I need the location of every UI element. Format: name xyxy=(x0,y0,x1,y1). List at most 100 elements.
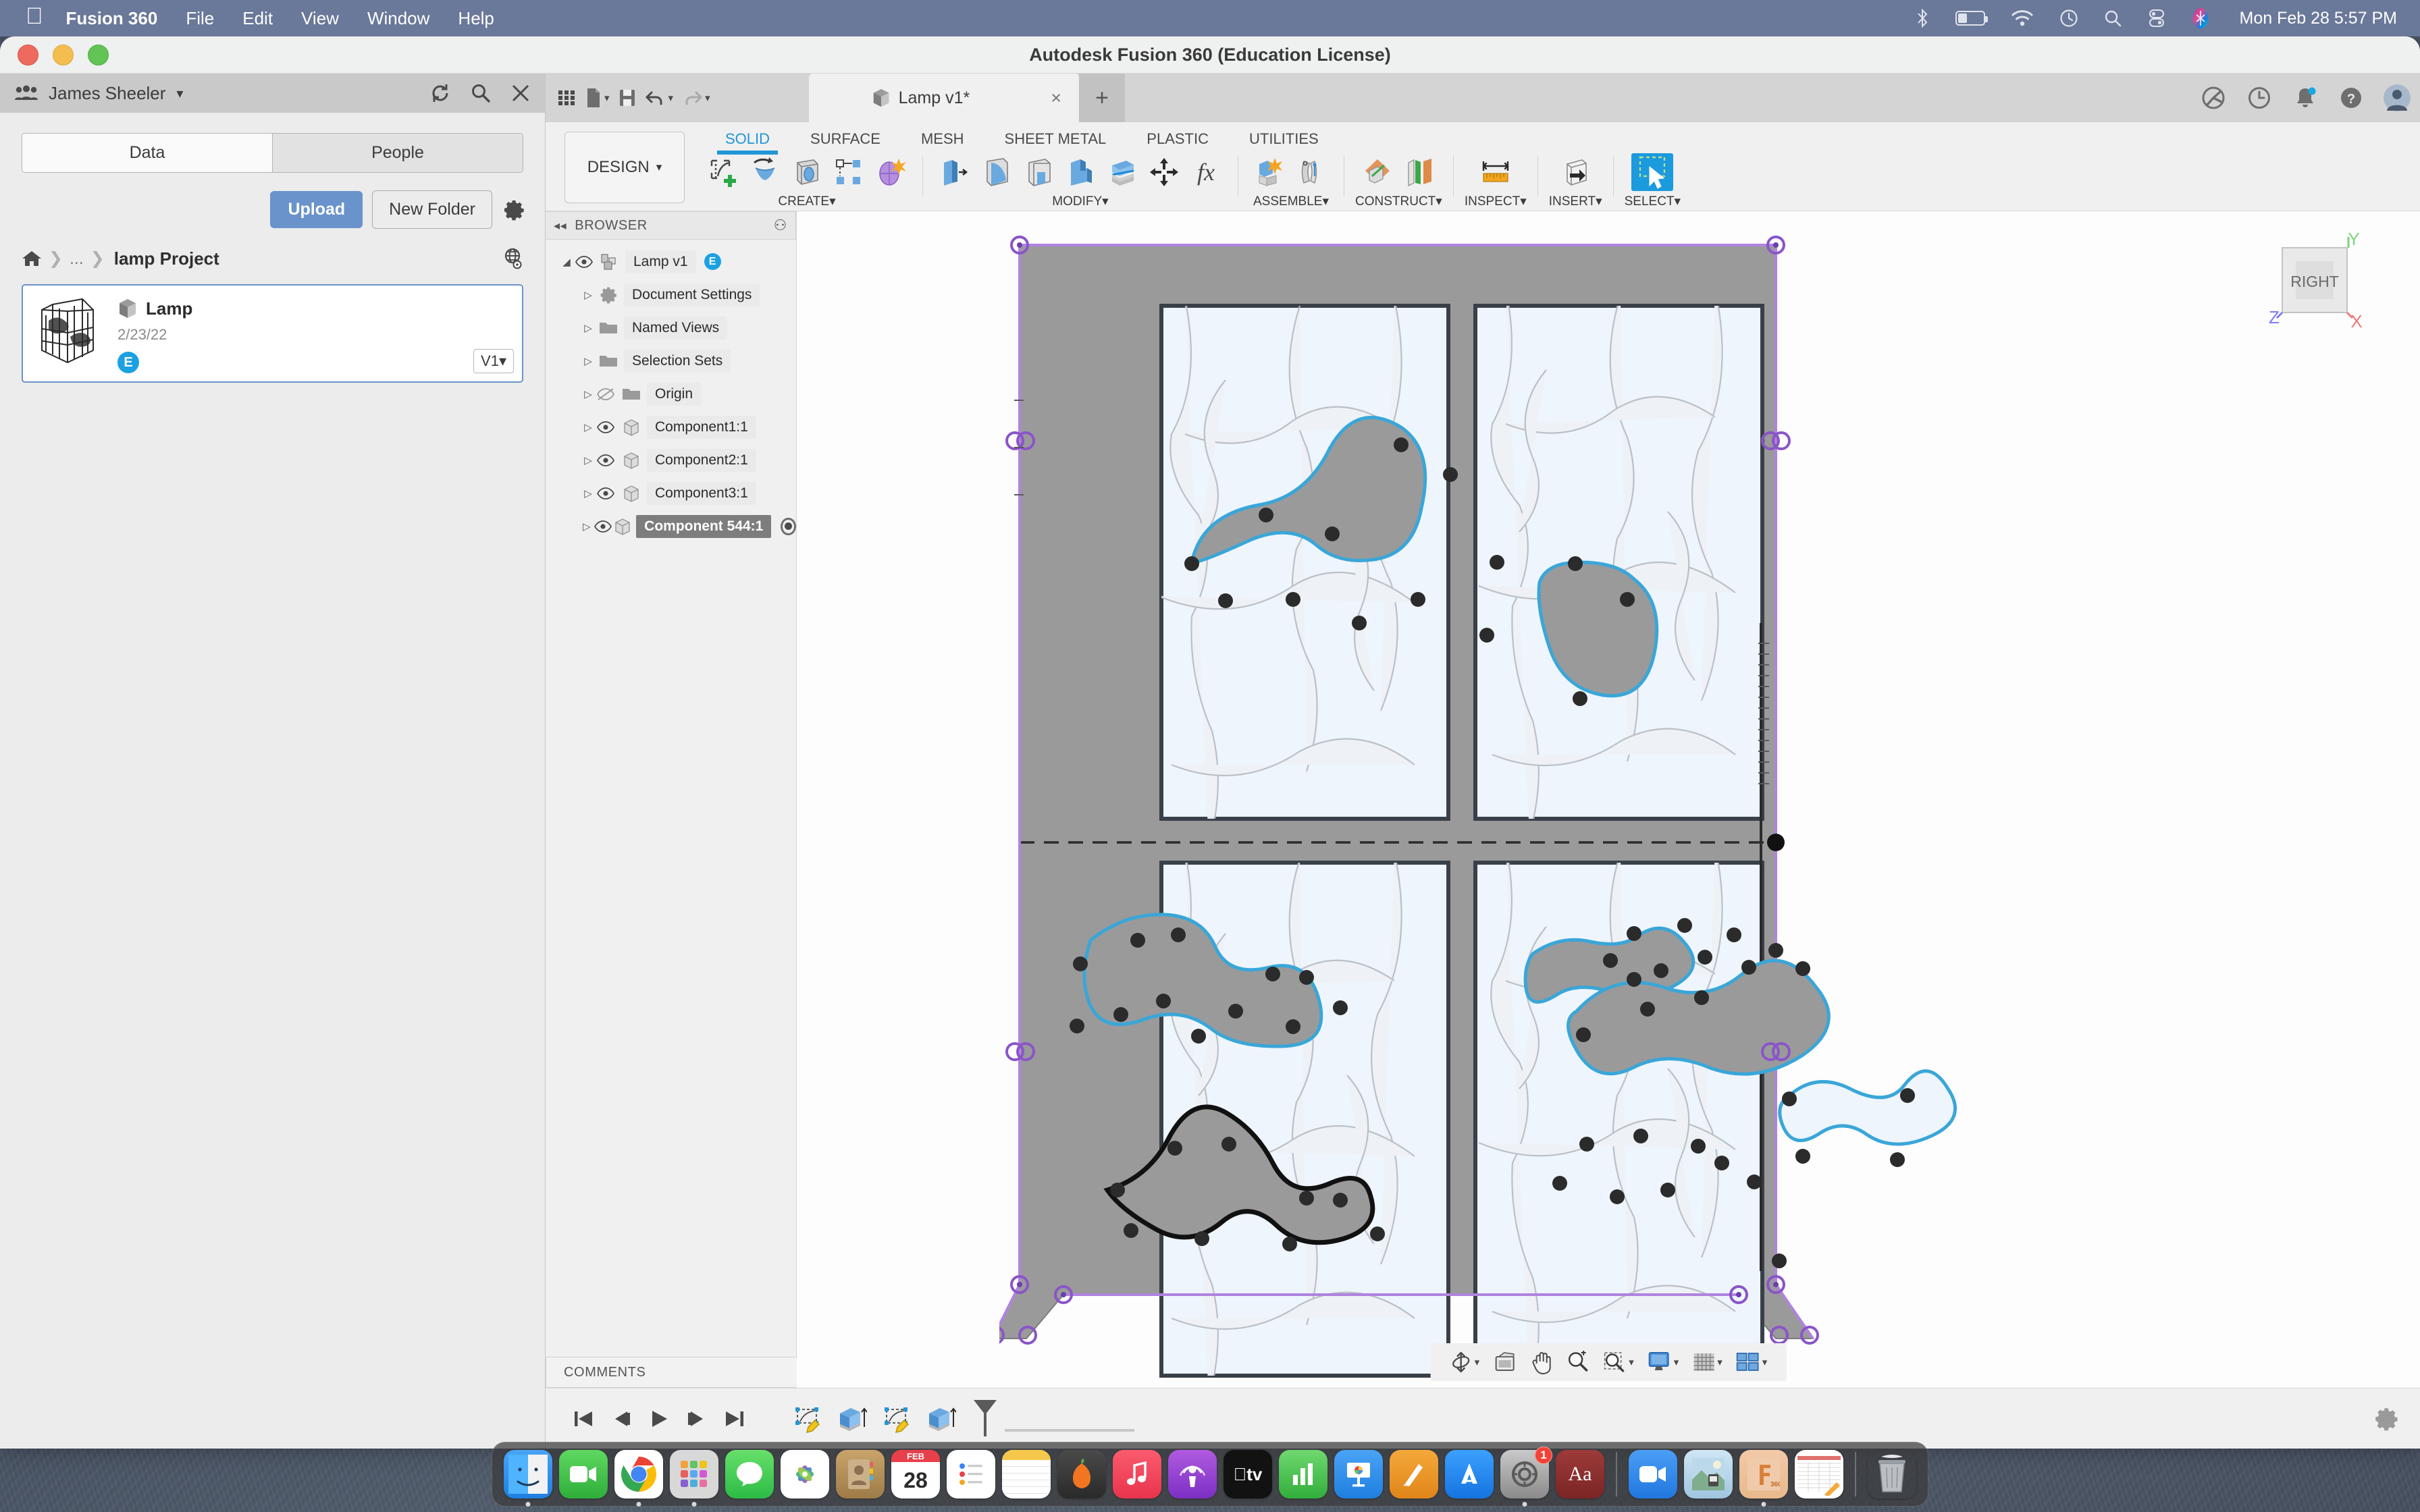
play-icon[interactable] xyxy=(640,1409,678,1429)
zoom-icon[interactable] xyxy=(1566,1351,1589,1374)
undo-icon[interactable]: ▾ xyxy=(645,88,674,107)
tree-node-document-settings[interactable]: ▷ Document Settings xyxy=(546,278,796,311)
messages-icon[interactable] xyxy=(725,1450,774,1498)
trash-icon[interactable] xyxy=(1868,1450,1916,1498)
expand-arrow-icon[interactable]: ▷ xyxy=(579,421,597,433)
zoom-app-icon[interactable] xyxy=(1629,1450,1677,1498)
group-label-create[interactable]: CREATE▾ xyxy=(778,194,835,209)
close-window-button[interactable] xyxy=(18,45,38,65)
minimize-window-button[interactable] xyxy=(53,45,74,65)
upload-button[interactable]: Upload xyxy=(270,191,363,228)
breadcrumb-ellipsis[interactable]: ... xyxy=(70,249,84,269)
preview-icon[interactable] xyxy=(1684,1450,1733,1498)
shell-icon[interactable] xyxy=(1018,153,1059,191)
expand-arrow-icon[interactable]: ▷ xyxy=(579,388,597,400)
tab-utilities[interactable]: UTILITIES xyxy=(1229,130,1339,153)
double-chevron-left-icon[interactable]: ◂◂ xyxy=(554,219,567,233)
new-folder-button[interactable]: New Folder xyxy=(372,190,492,229)
list-item[interactable]: Lamp 2/23/22 E V1▾ xyxy=(22,284,523,383)
photos-icon[interactable] xyxy=(781,1450,829,1498)
reminders-icon[interactable] xyxy=(947,1450,995,1498)
lamp-model[interactable] xyxy=(999,218,1978,1379)
workspace-switcher-button[interactable]: DESIGN ▾ xyxy=(564,132,685,203)
gear-icon[interactable] xyxy=(503,199,525,221)
tree-node-component2[interactable]: ▷ Component2:1 xyxy=(546,443,796,477)
account-avatar-icon[interactable] xyxy=(2374,74,2420,122)
wifi-icon[interactable] xyxy=(2011,9,2034,27)
bluetooth-icon[interactable] xyxy=(1915,8,1930,28)
joint-icon[interactable] xyxy=(1291,153,1333,191)
sweep-icon[interactable] xyxy=(786,153,828,191)
eye-visible-icon[interactable] xyxy=(594,520,613,533)
fl-studio-icon[interactable] xyxy=(1057,1450,1106,1498)
sketch-feature-icon[interactable] xyxy=(785,1404,829,1434)
appstore-icon[interactable] xyxy=(1445,1450,1494,1498)
3d-viewport[interactable]: RIGHT Y Z X xyxy=(797,211,2420,1388)
menubar-clock[interactable]: Mon Feb 28 5:57 PM xyxy=(2240,9,2397,28)
viewports-icon[interactable]: ▾ xyxy=(1736,1351,1768,1373)
eye-visible-icon[interactable] xyxy=(575,256,598,268)
home-icon[interactable] xyxy=(22,250,42,267)
chevron-down-icon[interactable]: ▾ xyxy=(1629,1356,1634,1368)
account-name[interactable]: James Sheeler xyxy=(49,83,165,104)
zoom-window-icon[interactable]: ▾ xyxy=(1602,1351,1634,1374)
chevron-down-icon[interactable]: ▾ xyxy=(176,85,183,102)
tree-node-origin[interactable]: ▷ Origin xyxy=(546,377,796,410)
expand-arrow-icon[interactable]: ▷ xyxy=(579,487,597,500)
draft-icon[interactable] xyxy=(1059,153,1101,191)
spotlight-search-icon[interactable] xyxy=(2104,9,2122,28)
pages-icon[interactable] xyxy=(1390,1450,1438,1498)
revolve-icon[interactable] xyxy=(744,153,786,191)
eye-visible-icon[interactable] xyxy=(597,421,620,433)
group-label-insert[interactable]: INSERT▾ xyxy=(1549,194,1602,209)
extension-icon[interactable] xyxy=(2190,74,2236,122)
music-icon[interactable] xyxy=(1113,1450,1161,1498)
press-pull-icon[interactable] xyxy=(934,153,976,191)
move-copy-icon[interactable] xyxy=(1143,153,1185,191)
group-label-assemble[interactable]: ASSEMBLE▾ xyxy=(1253,194,1329,209)
appletv-icon[interactable]: tv xyxy=(1224,1450,1272,1498)
group-label-select[interactable]: SELECT▾ xyxy=(1625,194,1681,209)
search-icon[interactable] xyxy=(471,83,491,103)
measure-icon[interactable] xyxy=(1475,153,1517,191)
tree-node-component3[interactable]: ▷ Component3:1 xyxy=(546,477,796,510)
select-window-icon[interactable] xyxy=(1631,153,1673,191)
gear-icon[interactable] xyxy=(2374,1407,2398,1431)
tab-people[interactable]: People xyxy=(272,134,523,172)
timeline-marker[interactable] xyxy=(963,1399,1007,1439)
expand-arrow-icon[interactable]: ◢ xyxy=(558,256,575,268)
create-sketch-icon[interactable] xyxy=(702,153,744,191)
menu-item-help[interactable]: Help xyxy=(458,8,494,29)
menu-item-window[interactable]: Window xyxy=(367,8,429,29)
tab-surface[interactable]: SURFACE xyxy=(790,130,901,153)
go-to-end-icon[interactable] xyxy=(716,1409,754,1429)
insert-derive-icon[interactable] xyxy=(1554,153,1596,191)
version-selector[interactable]: V1▾ xyxy=(473,349,514,373)
close-icon[interactable]: × xyxy=(1051,88,1061,109)
menu-item-edit[interactable]: Edit xyxy=(242,8,273,29)
spreadsheet-doc-icon[interactable] xyxy=(1795,1450,1843,1498)
save-icon[interactable] xyxy=(618,88,637,108)
tree-node-selection-sets[interactable]: ▷ Selection Sets xyxy=(546,344,796,377)
refresh-icon[interactable] xyxy=(430,83,450,103)
grid-snaps-icon[interactable]: ▾ xyxy=(1692,1351,1722,1373)
offset-plane-icon[interactable] xyxy=(1357,153,1398,191)
tree-node-component1[interactable]: ▷ Component1:1 xyxy=(546,410,796,443)
step-forward-icon[interactable] xyxy=(678,1409,716,1429)
document-tab-lamp[interactable]: Lamp v1* × xyxy=(809,74,1079,122)
activate-component-radio[interactable] xyxy=(781,518,796,535)
calendar-icon[interactable]: FEB 28 xyxy=(891,1450,940,1498)
numbers-icon[interactable] xyxy=(1279,1450,1327,1498)
sketch-feature-icon-2[interactable] xyxy=(874,1404,918,1434)
tree-node-component-544[interactable]: ▷ Component 544:1 xyxy=(546,510,796,543)
fusion360-icon[interactable]: 360 xyxy=(1739,1450,1788,1498)
finder-icon[interactable] xyxy=(504,1450,552,1498)
view-cube[interactable]: RIGHT Y Z X xyxy=(2254,227,2375,349)
group-label-construct[interactable]: CONSTRUCT▾ xyxy=(1355,194,1442,209)
facetime-icon[interactable] xyxy=(559,1450,608,1498)
globe-eye-icon[interactable] xyxy=(503,248,523,269)
contacts-icon[interactable] xyxy=(836,1450,885,1498)
notifications-icon[interactable] xyxy=(2282,74,2328,122)
display-settings-icon[interactable]: ▾ xyxy=(1648,1351,1679,1374)
timemachine-icon[interactable] xyxy=(2059,9,2078,28)
